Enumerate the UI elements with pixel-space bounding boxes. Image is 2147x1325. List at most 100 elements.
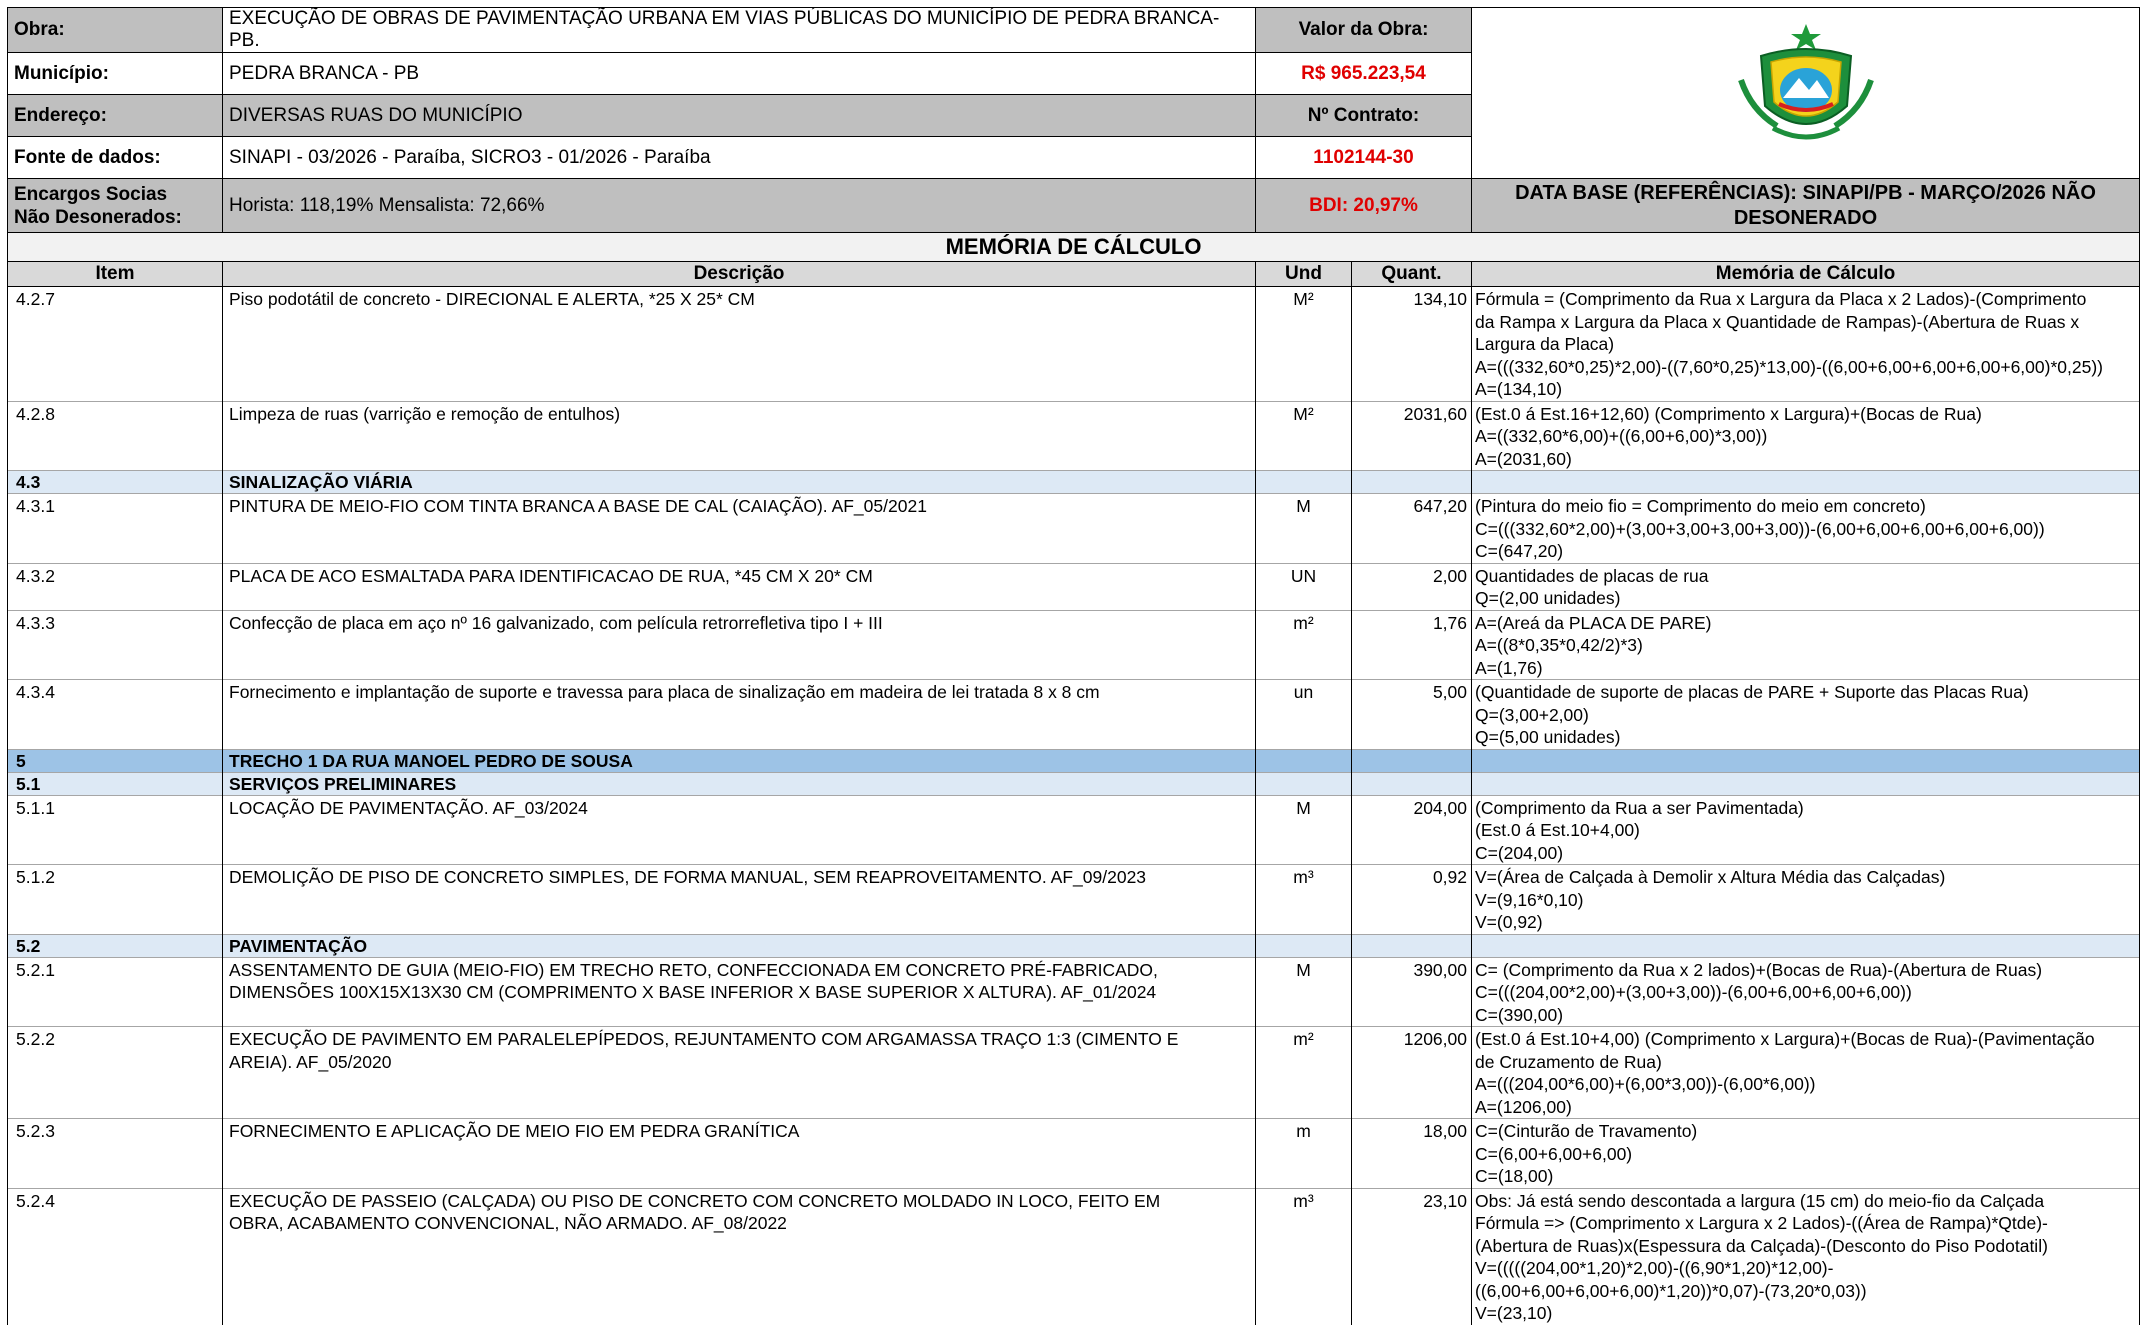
cell-quant[interactable] (1351, 933, 1472, 957)
cell-item[interactable]: 5.1 (7, 771, 223, 795)
cell-quant[interactable]: 134,10 (1351, 286, 1472, 401)
cell-und[interactable]: UN (1255, 562, 1352, 610)
cell-und[interactable]: m² (1255, 609, 1352, 680)
cell-und[interactable]: M (1255, 794, 1352, 865)
cell-und[interactable]: m² (1255, 1026, 1352, 1119)
cell-descricao[interactable]: FORNECIMENTO E APLICAÇÃO DE MEIO FIO EM … (222, 1118, 1256, 1188)
cell-item[interactable]: 5.2 (7, 933, 223, 957)
section-row[interactable]: 4.3 SINALIZAÇÃO VIÁRIA (7, 470, 2141, 494)
obra-value[interactable]: EXECUÇÃO DE OBRAS DE PAVIMENTAÇÃO URBANA… (222, 7, 1256, 53)
cell-quant[interactable]: 1206,00 (1351, 1026, 1472, 1119)
cell-item[interactable]: 4.2.7 (7, 286, 223, 401)
municipio-value[interactable]: PEDRA BRANCA - PB (222, 52, 1256, 95)
section-row[interactable]: 5 TRECHO 1 DA RUA MANOEL PEDRO DE SOUSA (7, 748, 2141, 772)
cell-descricao[interactable]: TRECHO 1 DA RUA MANOEL PEDRO DE SOUSA (222, 748, 1256, 772)
cell-memoria[interactable]: Fórmula = (Comprimento da Rua x Largura … (1470, 286, 2141, 401)
cell-descricao[interactable]: DEMOLIÇÃO DE PISO DE CONCRETO SIMPLES, D… (222, 864, 1256, 934)
cell-und[interactable]: M² (1255, 286, 1352, 401)
table-row[interactable]: 4.3.3 Confecção de placa em aço nº 16 gal… (7, 609, 2141, 680)
section-row[interactable]: 5.1 SERVIÇOS PRELIMINARES (7, 771, 2141, 795)
cell-item[interactable]: 5.2.2 (7, 1026, 223, 1119)
cell-descricao[interactable]: PLACA DE ACO ESMALTADA PARA IDENTIFICACA… (222, 562, 1256, 610)
cell-memoria[interactable]: A=(Areá da PLACA DE PARE) A=((8*0,35*0,42… (1470, 609, 2141, 680)
cell-item[interactable]: 4.3 (7, 470, 223, 494)
cell-quant[interactable]: 390,00 (1351, 956, 1472, 1027)
cell-memoria[interactable]: C=(Cinturão de Travamento) C=(6,00+6,00+6… (1470, 1118, 2141, 1188)
cell-memoria[interactable]: (Est.0 á Est.10+4,00) (Comprimento x Lar… (1470, 1026, 2141, 1119)
cell-und[interactable]: m (1255, 1118, 1352, 1188)
cell-und[interactable] (1255, 470, 1352, 494)
valor-obra-value[interactable]: R$ 965.223,54 (1255, 52, 1472, 95)
cell-quant[interactable]: 204,00 (1351, 794, 1472, 865)
cell-memoria[interactable]: (Est.0 á Est.16+12,60) (Comprimento x La… (1470, 400, 2141, 471)
cell-quant[interactable]: 647,20 (1351, 493, 1472, 563)
cell-quant[interactable]: 2,00 (1351, 562, 1472, 610)
cell-descricao[interactable]: LOCAÇÃO DE PAVIMENTAÇÃO. AF_03/2024 (222, 794, 1256, 865)
contrato-value[interactable]: 1102144-30 (1255, 136, 1472, 179)
cell-memoria[interactable]: (Comprimento da Rua a ser Pavimentada) (E… (1470, 794, 2141, 865)
cell-item[interactable]: 5.1.2 (7, 864, 223, 934)
cell-und[interactable] (1255, 748, 1352, 772)
table-row[interactable]: 5.2.4 EXECUÇÃO DE PASSEIO (CALÇADA) OU PI… (7, 1187, 2141, 1325)
cell-descricao[interactable]: Fornecimento e implantação de suporte e … (222, 679, 1256, 749)
table-row[interactable]: 5.2.2 EXECUÇÃO DE PAVIMENTO EM PARALELEPÍ… (7, 1026, 2141, 1119)
cell-quant[interactable]: 2031,60 (1351, 400, 1472, 471)
cell-und[interactable]: m³ (1255, 864, 1352, 934)
cell-descricao[interactable]: Limpeza de ruas (varrição e remoção de e… (222, 400, 1256, 471)
table-row[interactable]: 5.2.1 ASSENTAMENTO DE GUIA (MEIO-FIO) EM … (7, 956, 2141, 1027)
cell-item[interactable]: 4.3.3 (7, 609, 223, 680)
cell-memoria[interactable]: Obs: Já está sendo descontada a largura … (1470, 1187, 2141, 1325)
cell-quant[interactable] (1351, 748, 1472, 772)
cell-descricao[interactable]: PAVIMENTAÇÃO (222, 933, 1256, 957)
fonte-value[interactable]: SINAPI - 03/2026 - Paraíba, SICRO3 - 01/… (222, 136, 1256, 179)
cell-memoria[interactable] (1470, 771, 2141, 795)
cell-descricao[interactable]: PINTURA DE MEIO-FIO COM TINTA BRANCA A B… (222, 493, 1256, 563)
cell-item[interactable]: 4.2.8 (7, 400, 223, 471)
cell-quant[interactable]: 18,00 (1351, 1118, 1472, 1188)
cell-descricao[interactable]: EXECUÇÃO DE PAVIMENTO EM PARALELEPÍPEDOS… (222, 1026, 1256, 1119)
cell-quant[interactable]: 5,00 (1351, 679, 1472, 749)
cell-descricao[interactable]: SERVIÇOS PRELIMINARES (222, 771, 1256, 795)
cell-und[interactable]: m³ (1255, 1187, 1352, 1325)
encargos-value[interactable]: Horista: 118,19% Mensalista: 72,66% (222, 178, 1256, 233)
cell-quant[interactable]: 0,92 (1351, 864, 1472, 934)
cell-und[interactable]: M² (1255, 400, 1352, 471)
cell-memoria[interactable] (1470, 470, 2141, 494)
cell-quant[interactable] (1351, 771, 1472, 795)
cell-item[interactable]: 5 (7, 748, 223, 772)
cell-quant[interactable] (1351, 470, 1472, 494)
cell-descricao[interactable]: SINALIZAÇÃO VIÁRIA (222, 470, 1256, 494)
table-row[interactable]: 4.3.1 PINTURA DE MEIO-FIO COM TINTA BRANC… (7, 493, 2141, 563)
cell-descricao[interactable]: ASSENTAMENTO DE GUIA (MEIO-FIO) EM TRECH… (222, 956, 1256, 1027)
table-row[interactable]: 5.1.2 DEMOLIÇÃO DE PISO DE CONCRETO SIMPL… (7, 864, 2141, 934)
table-row[interactable]: 4.2.8 Limpeza de ruas (varrição e remoção… (7, 400, 2141, 471)
cell-item[interactable]: 5.1.1 (7, 794, 223, 865)
bdi-value[interactable]: BDI: 20,97% (1255, 178, 1472, 233)
cell-quant[interactable]: 23,10 (1351, 1187, 1472, 1325)
cell-und[interactable] (1255, 933, 1352, 957)
cell-memoria[interactable]: C= (Comprimento da Rua x 2 lados)+(Bocas… (1470, 956, 2141, 1027)
table-row[interactable]: 4.3.4 Fornecimento e implantação de supor… (7, 679, 2141, 749)
cell-und[interactable]: un (1255, 679, 1352, 749)
cell-memoria[interactable] (1470, 748, 2141, 772)
cell-memoria[interactable]: (Quantidade de suporte de placas de PARE… (1470, 679, 2141, 749)
cell-memoria[interactable]: V=(Área de Calçada à Demolir x Altura Mé… (1470, 864, 2141, 934)
cell-descricao[interactable]: Confecção de placa em aço nº 16 galvaniz… (222, 609, 1256, 680)
cell-memoria[interactable] (1470, 933, 2141, 957)
cell-item[interactable]: 5.2.1 (7, 956, 223, 1027)
cell-und[interactable]: M (1255, 493, 1352, 563)
table-row[interactable]: 4.3.2 PLACA DE ACO ESMALTADA PARA IDENTIF… (7, 562, 2141, 610)
cell-item[interactable]: 5.2.3 (7, 1118, 223, 1188)
cell-item[interactable]: 4.3.4 (7, 679, 223, 749)
section-row[interactable]: 5.2 PAVIMENTAÇÃO (7, 933, 2141, 957)
cell-item[interactable]: 4.3.2 (7, 562, 223, 610)
cell-descricao[interactable]: Piso podotátil de concreto - DIRECIONAL … (222, 286, 1256, 401)
cell-memoria[interactable]: (Pintura do meio fio = Comprimento do me… (1470, 493, 2141, 563)
table-row[interactable]: 5.2.3 FORNECIMENTO E APLICAÇÃO DE MEIO FI… (7, 1118, 2141, 1188)
cell-und[interactable]: M (1255, 956, 1352, 1027)
cell-und[interactable] (1255, 771, 1352, 795)
table-row[interactable]: 5.1.1 LOCAÇÃO DE PAVIMENTAÇÃO. AF_03/2024… (7, 794, 2141, 865)
cell-quant[interactable]: 1,76 (1351, 609, 1472, 680)
cell-memoria[interactable]: Quantidades de placas de rua Q=(2,00 unid… (1470, 562, 2141, 610)
cell-item[interactable]: 4.3.1 (7, 493, 223, 563)
